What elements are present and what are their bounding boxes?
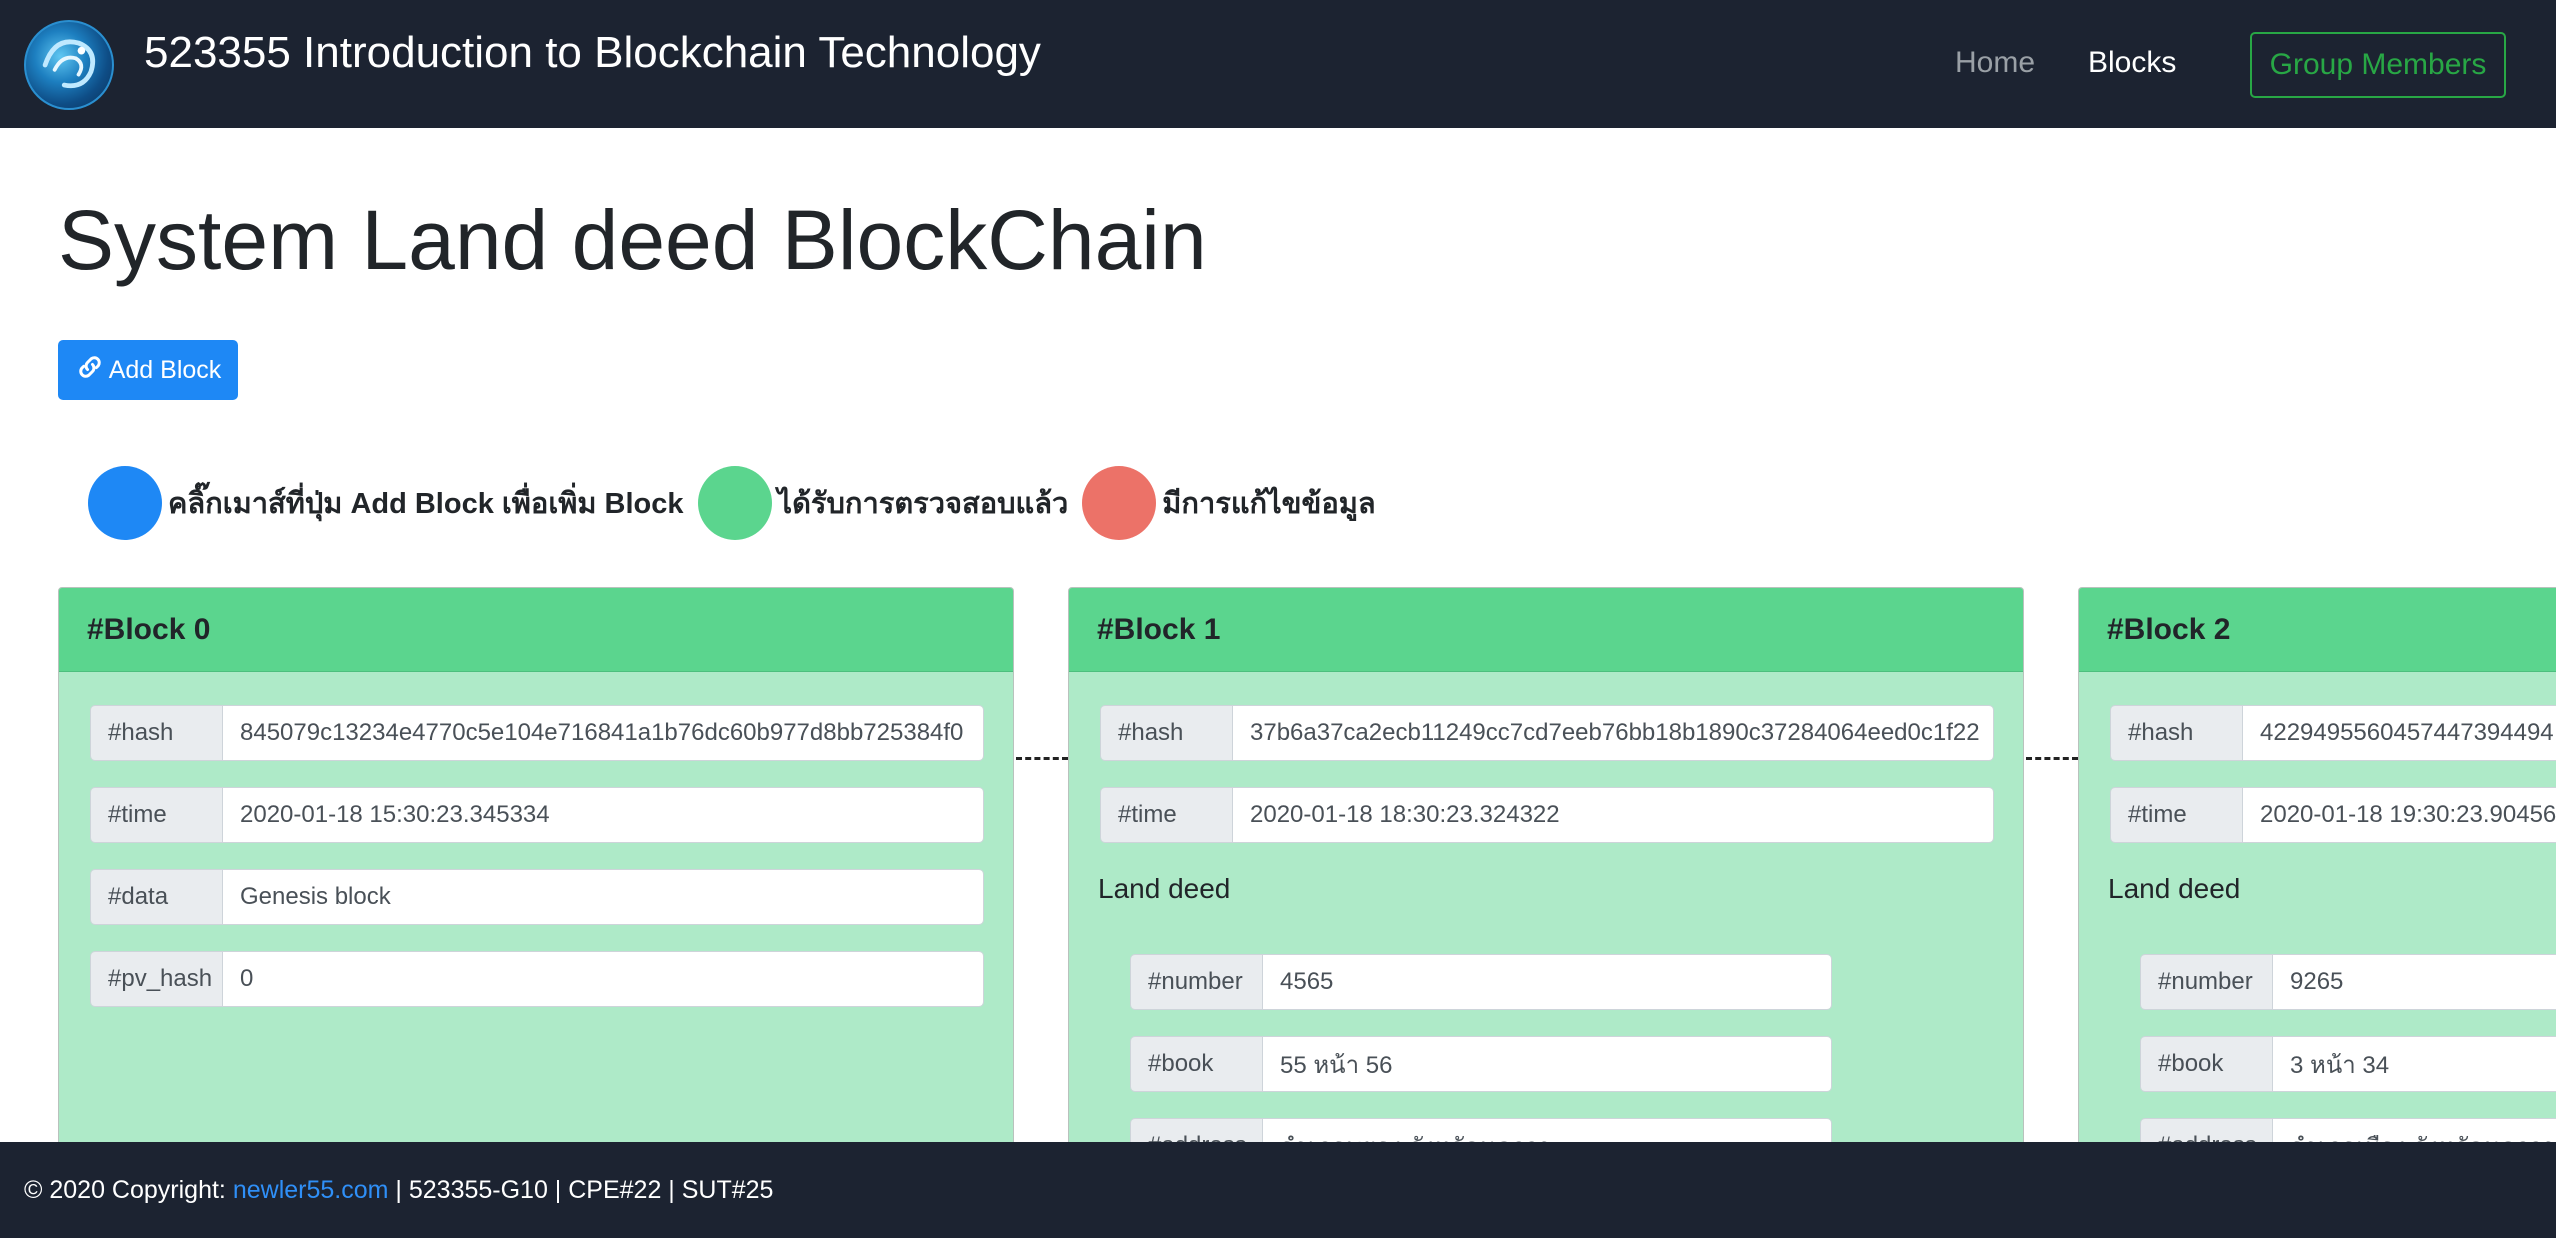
land-deed-heading: Land deed	[2108, 873, 2241, 904]
footer-link[interactable]: newler55.com	[233, 1176, 389, 1205]
chain-connector	[2026, 757, 2078, 761]
time-label: #time	[1101, 788, 1233, 842]
hash-label: #hash	[2111, 706, 2243, 760]
hash-field: #hash	[2110, 705, 2556, 761]
brand-title[interactable]: 523355 Introduction to Blockchain Techno…	[144, 28, 1041, 78]
block-card-0: #Block 0 #hash #time #data #pv_hash	[58, 587, 1014, 1147]
page-title: System Land deed BlockChain	[58, 193, 1207, 287]
time-input[interactable]	[223, 788, 983, 842]
legend-dot-green	[697, 466, 772, 540]
time-input[interactable]	[2243, 788, 2556, 842]
link-icon	[75, 352, 105, 389]
footer-copyright: © 2020 Copyright:	[24, 1175, 233, 1204]
footer: © 2020 Copyright: newler55.com | 523355-…	[0, 1142, 2556, 1238]
data-field: #data	[90, 869, 984, 925]
legend-dot-red	[1082, 466, 1157, 540]
nav-home-link[interactable]: Home	[1955, 46, 2035, 80]
legend-label-modified: มีการแก้ไขข้อมูล	[1162, 488, 1376, 520]
hash-input[interactable]	[223, 706, 983, 760]
hash-label: #hash	[91, 706, 223, 760]
hash-field: #hash	[90, 705, 984, 761]
number-input[interactable]	[2273, 955, 2556, 1009]
time-field: #time	[2110, 787, 2556, 843]
book-label: #book	[2141, 1037, 2273, 1091]
pv-hash-label: #pv_hash	[91, 952, 223, 1006]
logo-icon[interactable]	[24, 20, 114, 110]
book-input[interactable]	[1263, 1037, 1831, 1091]
book-label: #book	[1131, 1037, 1263, 1091]
time-input[interactable]	[1233, 788, 1993, 842]
block-title: #Block 2	[2079, 588, 2556, 672]
hash-input[interactable]	[2243, 706, 2556, 760]
book-field: #book	[1130, 1036, 1832, 1092]
time-label: #time	[91, 788, 223, 842]
footer-info: | 523355-G10 | CPE#22 | SUT#25	[388, 1175, 774, 1204]
legend: คลิ๊กเมาส์ที่ปุ่ม Add Block เพื่อเพิ่ม B…	[88, 466, 1390, 540]
block-title: #Block 1	[1069, 588, 2023, 672]
number-label: #number	[1131, 955, 1263, 1009]
data-label: #data	[91, 870, 223, 924]
data-input[interactable]	[223, 870, 983, 924]
add-block-label: Add Block	[108, 355, 222, 384]
add-block-button[interactable]: Add Block	[58, 340, 238, 400]
legend-label-verified: ได้รับการตรวจสอบแล้ว	[777, 488, 1069, 520]
book-field: #book	[2140, 1036, 2556, 1092]
block-card-2: #Block 2 #hash #time Land deed #number #…	[2078, 587, 2556, 1147]
time-label: #time	[2111, 788, 2243, 842]
hash-label: #hash	[1101, 706, 1233, 760]
hash-input[interactable]	[1233, 706, 1993, 760]
chain-connector	[1016, 757, 1068, 761]
time-field: #time	[90, 787, 984, 843]
group-members-button[interactable]: Group Members	[2250, 32, 2506, 98]
legend-label-add: คลิ๊กเมาส์ที่ปุ่ม Add Block เพื่อเพิ่ม B…	[168, 488, 684, 520]
nav-blocks-link[interactable]: Blocks	[2088, 46, 2176, 80]
pv-hash-input[interactable]	[223, 952, 983, 1006]
number-field: #number	[1130, 954, 1832, 1010]
navbar: 523355 Introduction to Blockchain Techno…	[0, 0, 2556, 128]
land-deed-heading: Land deed	[1098, 873, 1231, 904]
hash-field: #hash	[1100, 705, 1994, 761]
legend-dot-blue	[88, 466, 162, 540]
time-field: #time	[1100, 787, 1994, 843]
block-card-1: #Block 1 #hash #time Land deed #number #…	[1068, 587, 2024, 1147]
book-input[interactable]	[2273, 1037, 2556, 1091]
number-field: #number	[2140, 954, 2556, 1010]
block-title: #Block 0	[59, 588, 1013, 672]
pv-hash-field: #pv_hash	[90, 951, 984, 1007]
number-input[interactable]	[1263, 955, 1831, 1009]
number-label: #number	[2141, 955, 2273, 1009]
